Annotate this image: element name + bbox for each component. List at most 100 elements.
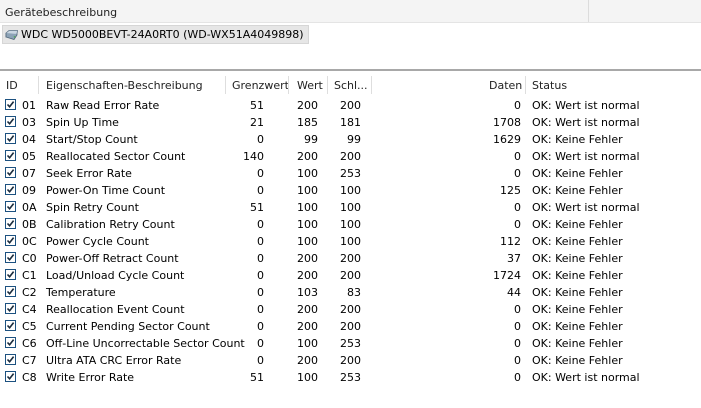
- table-row[interactable]: 04 Start/Stop Count 0 99 99 1629 OK: Keine Feh…: [0, 131, 701, 148]
- table-row[interactable]: 05 Reallocated Sector Count 140 200 200 0 OK: …: [0, 148, 701, 165]
- attribute-id: 0C: [22, 235, 37, 248]
- attribute-id: C7: [22, 354, 37, 367]
- row-checkbox[interactable]: [5, 371, 16, 382]
- attribute-threshold: 21: [250, 116, 264, 129]
- column-header-status[interactable]: Status: [532, 79, 567, 92]
- table-row[interactable]: C8 Write Error Rate 51 100 253 0 OK: Wert ist …: [0, 369, 701, 386]
- attribute-worst: 100: [340, 184, 361, 197]
- attribute-status: OK: Wert ist normal: [532, 116, 640, 129]
- pane-divider[interactable]: [0, 69, 701, 71]
- table-row[interactable]: C2 Temperature 0 103 83 44 OK: Keine Fehler: [0, 284, 701, 301]
- row-checkbox[interactable]: [5, 286, 16, 297]
- checkmark-icon: [6, 169, 15, 177]
- column-separator[interactable]: [327, 76, 328, 94]
- column-separator[interactable]: [371, 76, 372, 94]
- attribute-worst: 200: [340, 269, 361, 282]
- attribute-status: OK: Wert ist normal: [532, 371, 640, 384]
- table-row[interactable]: 0C Power Cycle Count 0 100 100 112 OK: Keine F…: [0, 233, 701, 250]
- checkmark-icon: [6, 305, 15, 313]
- attribute-threshold: 0: [257, 337, 264, 350]
- attribute-raw-data: 0: [514, 371, 521, 384]
- table-row[interactable]: C6 Off-Line Uncorrectable Sector Count 0 10…: [0, 335, 701, 352]
- attribute-raw-data: 37: [507, 252, 521, 265]
- attribute-status: OK: Keine Fehler: [532, 235, 623, 248]
- row-checkbox[interactable]: [5, 167, 16, 178]
- attribute-raw-data: 0: [514, 303, 521, 316]
- attribute-threshold: 0: [257, 252, 264, 265]
- attribute-raw-data: 0: [514, 99, 521, 112]
- table-row[interactable]: C0 Power-Off Retract Count 0 200 200 37 OK: Ke…: [0, 250, 701, 267]
- row-checkbox[interactable]: [5, 303, 16, 314]
- row-checkbox[interactable]: [5, 354, 16, 365]
- attribute-worst: 200: [340, 252, 361, 265]
- table-row[interactable]: 01 Raw Read Error Rate 51 200 200 0 OK: Wert i…: [0, 97, 701, 114]
- column-header-id[interactable]: ID: [6, 79, 18, 92]
- table-row[interactable]: 09 Power-On Time Count 0 100 100 125 OK: Keine…: [0, 182, 701, 199]
- attribute-value: 185: [297, 116, 318, 129]
- row-checkbox[interactable]: [5, 235, 16, 246]
- attribute-description: Spin Retry Count: [46, 201, 139, 214]
- attribute-raw-data: 125: [500, 184, 521, 197]
- table-row[interactable]: C5 Current Pending Sector Count 0 200 200 0 OK…: [0, 318, 701, 335]
- table-row[interactable]: C7 Ultra ATA CRC Error Rate 0 200 200 0 OK: Ke…: [0, 352, 701, 369]
- table-row[interactable]: 0B Calibration Retry Count 0 100 100 0 OK: Kei…: [0, 216, 701, 233]
- row-checkbox[interactable]: [5, 218, 16, 229]
- attribute-status: OK: Keine Fehler: [532, 167, 623, 180]
- checkmark-icon: [6, 203, 15, 211]
- attribute-value: 200: [297, 354, 318, 367]
- checkmark-icon: [6, 220, 15, 228]
- attribute-threshold: 0: [257, 133, 264, 146]
- checkmark-icon: [6, 373, 15, 381]
- column-separator[interactable]: [225, 76, 226, 94]
- row-checkbox[interactable]: [5, 337, 16, 348]
- table-row[interactable]: 0A Spin Retry Count 51 100 100 0 OK: Wert ist …: [0, 199, 701, 216]
- row-checkbox[interactable]: [5, 320, 16, 331]
- attribute-threshold: 0: [257, 218, 264, 231]
- row-checkbox[interactable]: [5, 252, 16, 263]
- row-checkbox[interactable]: [5, 269, 16, 280]
- attribute-value: 200: [297, 99, 318, 112]
- column-header-threshold[interactable]: Grenzwert: [232, 79, 289, 92]
- column-separator[interactable]: [288, 76, 289, 94]
- checkmark-icon: [6, 288, 15, 296]
- checkmark-icon: [6, 271, 15, 279]
- row-checkbox[interactable]: [5, 116, 16, 127]
- column-header-data[interactable]: Daten: [489, 79, 522, 92]
- attribute-id: 01: [22, 99, 36, 112]
- row-checkbox[interactable]: [5, 133, 16, 144]
- row-checkbox[interactable]: [5, 201, 16, 212]
- attribute-status: OK: Keine Fehler: [532, 218, 623, 231]
- table-row[interactable]: 03 Spin Up Time 21 185 181 1708 OK: Wert ist n…: [0, 114, 701, 131]
- attribute-id: C1: [22, 269, 37, 282]
- attribute-status: OK: Wert ist normal: [532, 99, 640, 112]
- table-row[interactable]: 07 Seek Error Rate 0 100 253 0 OK: Keine Fehle…: [0, 165, 701, 182]
- row-checkbox[interactable]: [5, 99, 16, 110]
- column-separator[interactable]: [525, 76, 526, 94]
- column-separator[interactable]: [38, 76, 39, 94]
- table-row[interactable]: C1 Load/Unload Cycle Count 0 200 200 1724 OK: …: [0, 267, 701, 284]
- attribute-id: 03: [22, 116, 36, 129]
- row-checkbox[interactable]: [5, 184, 16, 195]
- attribute-value: 200: [297, 320, 318, 333]
- column-header-worst[interactable]: Schl...: [334, 79, 368, 92]
- attribute-status: OK: Keine Fehler: [532, 286, 623, 299]
- column-header-value[interactable]: Wert: [297, 79, 323, 92]
- column-header-description[interactable]: Eigenschaften-Beschreibung: [46, 79, 203, 92]
- attribute-description: Reallocation Event Count: [46, 303, 185, 316]
- device-list: WDC WD5000BEVT-24A0RT0 (WD-WX51A4049898): [0, 25, 701, 44]
- table-row[interactable]: C4 Reallocation Event Count 0 200 200 0 OK: Ke…: [0, 301, 701, 318]
- attribute-value: 100: [297, 167, 318, 180]
- attribute-worst: 181: [340, 116, 361, 129]
- attribute-value: 99: [304, 133, 318, 146]
- attribute-worst: 100: [340, 218, 361, 231]
- attribute-raw-data: 0: [514, 337, 521, 350]
- device-item[interactable]: WDC WD5000BEVT-24A0RT0 (WD-WX51A4049898): [2, 25, 309, 44]
- attribute-value: 200: [297, 269, 318, 282]
- checkmark-icon: [6, 356, 15, 364]
- attribute-threshold: 0: [257, 167, 264, 180]
- attribute-worst: 200: [340, 354, 361, 367]
- attribute-threshold: 0: [257, 269, 264, 282]
- attribute-raw-data: 0: [514, 320, 521, 333]
- attribute-description: Spin Up Time: [46, 116, 119, 129]
- row-checkbox[interactable]: [5, 150, 16, 161]
